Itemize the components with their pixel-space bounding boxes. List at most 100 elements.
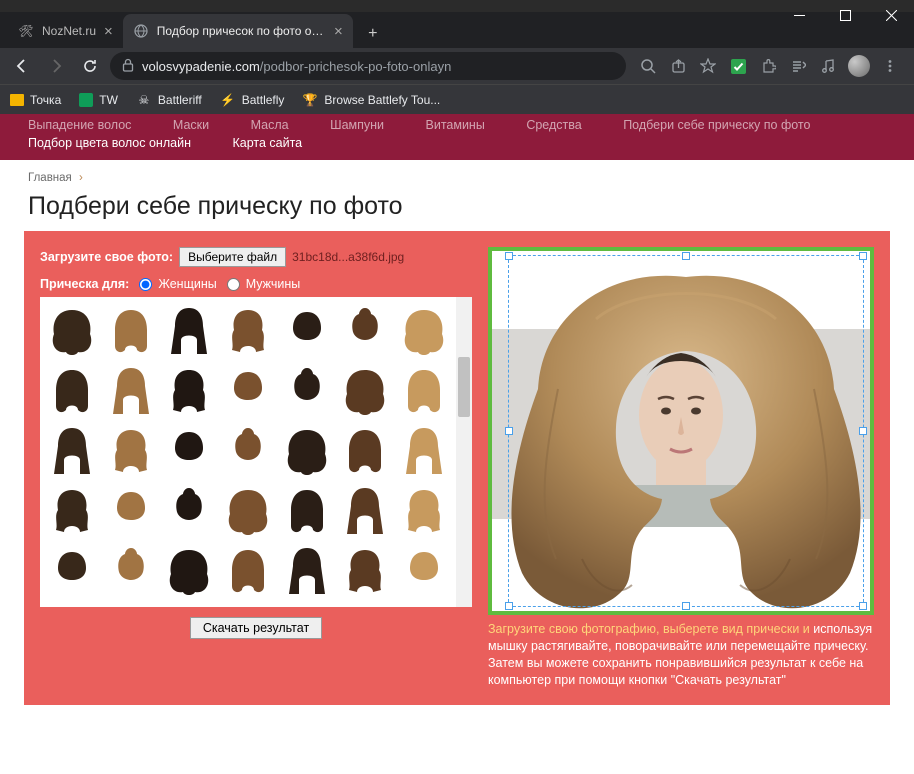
hairstyle-option[interactable] — [44, 421, 101, 479]
hairstyle-option[interactable] — [220, 361, 277, 419]
controls-column: Загрузите свое фото: Выберите файл 31bc1… — [40, 247, 472, 639]
back-button[interactable] — [8, 52, 36, 80]
nav-link[interactable]: Средства — [526, 118, 581, 132]
tab-noznet[interactable]: 🛠 NozNet.ru × — [8, 14, 123, 48]
selection-frame[interactable] — [508, 255, 864, 607]
extensions-icon[interactable] — [758, 56, 778, 76]
resize-handle-sw[interactable] — [505, 602, 513, 610]
gender-label: Прическа для: — [40, 277, 129, 291]
bookmark-battlefly[interactable]: ⚡ Battlefly — [220, 92, 285, 108]
window-controls — [776, 0, 914, 30]
hairstyle-option[interactable] — [103, 421, 160, 479]
omnibox[interactable]: volosvypadenie.com/podbor-prichesok-po-f… — [110, 52, 626, 80]
hairstyle-option[interactable] — [395, 301, 452, 359]
nav-link[interactable]: Подбор цвета волос онлайн — [28, 136, 191, 150]
page-title: Подбери себе прическу по фото — [0, 188, 914, 231]
hairstyle-option[interactable] — [161, 301, 218, 359]
hairstyle-option[interactable] — [278, 361, 335, 419]
resize-handle-se[interactable] — [859, 602, 867, 610]
resize-handle-s[interactable] — [682, 602, 690, 610]
gender-male-radio[interactable] — [227, 278, 240, 291]
tab-close-icon[interactable]: × — [334, 23, 343, 40]
bolt-icon: ⚡ — [220, 92, 236, 108]
hairstyle-option[interactable] — [395, 421, 452, 479]
star-icon[interactable] — [698, 56, 718, 76]
new-tab-button[interactable]: + — [359, 20, 387, 48]
tab-volosvypadenie[interactable]: Подбор причесок по фото онла × — [123, 14, 353, 48]
bookmark-tw[interactable]: TW — [79, 93, 118, 107]
wrench-icon: 🛠 — [18, 23, 34, 39]
hairstyle-option[interactable] — [103, 301, 160, 359]
window-maximize-button[interactable] — [822, 0, 868, 30]
hairstyle-option[interactable] — [278, 421, 335, 479]
preview-canvas[interactable] — [488, 247, 874, 615]
bookmark-battlefy[interactable]: 🏆 Browse Battlefy Tou... — [302, 92, 440, 108]
upload-row: Загрузите свое фото: Выберите файл 31bc1… — [40, 247, 472, 267]
bookmark-tochka[interactable]: Точка — [10, 93, 61, 107]
download-result-button[interactable]: Скачать результат — [190, 617, 322, 639]
forward-button[interactable] — [42, 52, 70, 80]
nav-link[interactable]: Витамины — [426, 118, 485, 132]
window-close-button[interactable] — [868, 0, 914, 30]
hairstyle-option[interactable] — [395, 361, 452, 419]
hairstyle-option[interactable] — [161, 541, 218, 599]
breadcrumb-home[interactable]: Главная — [28, 172, 72, 184]
tab-close-icon[interactable]: × — [104, 23, 113, 40]
nav-link[interactable]: Шампуни — [330, 118, 384, 132]
share-icon[interactable] — [668, 56, 688, 76]
gallery-scrollbar[interactable] — [456, 297, 472, 607]
extension-check-icon[interactable] — [728, 56, 748, 76]
hairstyle-option[interactable] — [278, 301, 335, 359]
menu-icon[interactable] — [880, 56, 900, 76]
hairstyle-option[interactable] — [337, 301, 394, 359]
hairstyle-option[interactable] — [220, 481, 277, 539]
nav-link[interactable]: Карта сайта — [232, 136, 302, 150]
hairstyle-option[interactable] — [220, 301, 277, 359]
hairstyle-option[interactable] — [337, 361, 394, 419]
hairstyle-option[interactable] — [103, 481, 160, 539]
nav-link[interactable]: Выпадение волос — [28, 118, 131, 132]
scrollbar-thumb[interactable] — [458, 357, 470, 417]
window-minimize-button[interactable] — [776, 0, 822, 30]
folder-icon — [10, 94, 24, 106]
music-icon[interactable] — [818, 56, 838, 76]
hairstyle-option[interactable] — [103, 361, 160, 419]
resize-handle-nw[interactable] — [505, 252, 513, 260]
hairstyle-option[interactable] — [220, 421, 277, 479]
hairstyle-option[interactable] — [220, 541, 277, 599]
sheets-icon — [79, 93, 93, 107]
gender-male-label[interactable]: Мужчины — [246, 277, 301, 291]
hairstyle-option[interactable] — [44, 301, 101, 359]
hairstyle-option[interactable] — [395, 481, 452, 539]
hairstyle-option[interactable] — [161, 421, 218, 479]
nav-link[interactable]: Маски — [173, 118, 209, 132]
gender-female-radio[interactable] — [139, 278, 152, 291]
hairstyle-option[interactable] — [161, 361, 218, 419]
resize-handle-w[interactable] — [505, 427, 513, 435]
bookmark-battleriff[interactable]: ☠ Battleriff — [136, 92, 202, 108]
hairstyle-option[interactable] — [44, 541, 101, 599]
resize-handle-e[interactable] — [859, 427, 867, 435]
hairstyle-option[interactable] — [395, 541, 452, 599]
choose-file-button[interactable]: Выберите файл — [179, 247, 286, 267]
profile-avatar[interactable] — [848, 55, 870, 77]
gender-female-label[interactable]: Женщины — [158, 277, 216, 291]
hairstyle-option[interactable] — [161, 481, 218, 539]
resize-handle-ne[interactable] — [859, 252, 867, 260]
hairstyle-option[interactable] — [44, 361, 101, 419]
hairstyle-option[interactable] — [337, 421, 394, 479]
hairstyle-option[interactable] — [44, 481, 101, 539]
hairstyle-option[interactable] — [103, 541, 160, 599]
nav-link[interactable]: Подбери себе прическу по фото — [623, 118, 810, 132]
hairstyle-option[interactable] — [337, 541, 394, 599]
reload-button[interactable] — [76, 52, 104, 80]
hairstyle-option[interactable] — [337, 481, 394, 539]
gender-row: Прическа для: Женщины Мужчины — [40, 277, 472, 291]
hairstyle-option[interactable] — [278, 541, 335, 599]
tool-panel: Загрузите свое фото: Выберите файл 31bc1… — [24, 231, 890, 705]
nav-link[interactable]: Масла — [251, 118, 289, 132]
hairstyle-option[interactable] — [278, 481, 335, 539]
reading-list-icon[interactable] — [788, 56, 808, 76]
resize-handle-n[interactable] — [682, 252, 690, 260]
search-icon[interactable] — [638, 56, 658, 76]
